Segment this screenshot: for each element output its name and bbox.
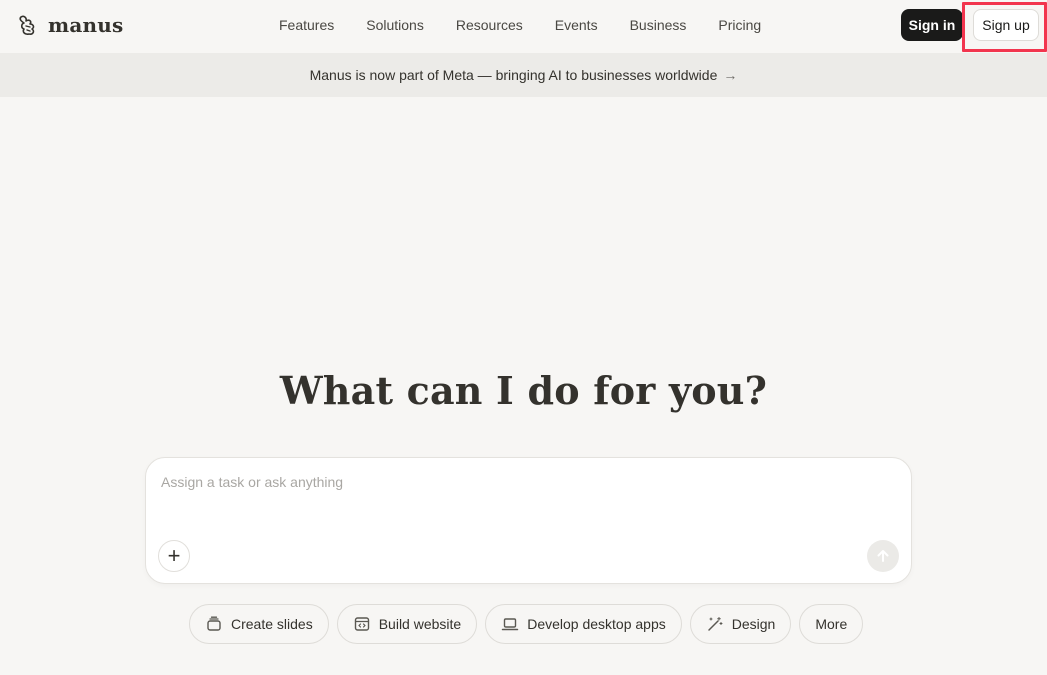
announcement-banner[interactable]: Manus is now part of Meta — bringing AI … [0, 53, 1047, 97]
design-chip[interactable]: Design [689, 604, 792, 644]
plus-icon: + [167, 543, 181, 568]
build-website-chip[interactable]: Build website [336, 604, 478, 644]
chip-label: Develop desktop apps [527, 616, 666, 632]
task-input-box: + [145, 457, 912, 584]
top-navigation-bar: manus Features Solutions Resources Event… [0, 0, 1047, 53]
more-chip[interactable]: More [799, 604, 864, 644]
add-attachment-button[interactable]: + [158, 540, 190, 572]
laptop-icon [501, 618, 519, 631]
arrow-up-icon [877, 550, 889, 562]
task-input[interactable] [161, 474, 891, 534]
main-nav: Features Solutions Resources Events Busi… [263, 0, 777, 50]
chip-label: Create slides [231, 616, 313, 632]
manus-logo-icon [19, 15, 35, 35]
nav-resources[interactable]: Resources [440, 17, 539, 33]
nav-events[interactable]: Events [539, 17, 614, 33]
nav-business[interactable]: Business [614, 17, 703, 33]
sign-in-button[interactable]: Sign in [901, 9, 963, 41]
nav-pricing[interactable]: Pricing [702, 17, 777, 33]
nav-features[interactable]: Features [263, 17, 350, 33]
design-icon [708, 616, 723, 631]
chip-label: Build website [378, 616, 462, 632]
slides-icon [207, 616, 221, 631]
page-headline: What can I do for you? [279, 368, 768, 413]
send-button[interactable] [867, 540, 899, 572]
chip-label: More [815, 616, 848, 632]
arrow-right-icon: → [723, 67, 738, 83]
quick-action-chips: Create slides Build website Develop desk… [189, 604, 864, 644]
nav-solutions[interactable]: Solutions [350, 17, 440, 33]
banner-text: Manus is now part of Meta — bringing AI … [309, 67, 718, 83]
develop-desktop-apps-chip[interactable]: Develop desktop apps [485, 604, 682, 644]
sign-up-button[interactable]: Sign up [973, 9, 1039, 41]
logo[interactable]: manus [18, 11, 123, 39]
website-icon [354, 617, 369, 631]
logo-text: manus [48, 13, 124, 37]
chip-label: Design [731, 616, 776, 632]
create-slides-chip[interactable]: Create slides [189, 604, 329, 644]
